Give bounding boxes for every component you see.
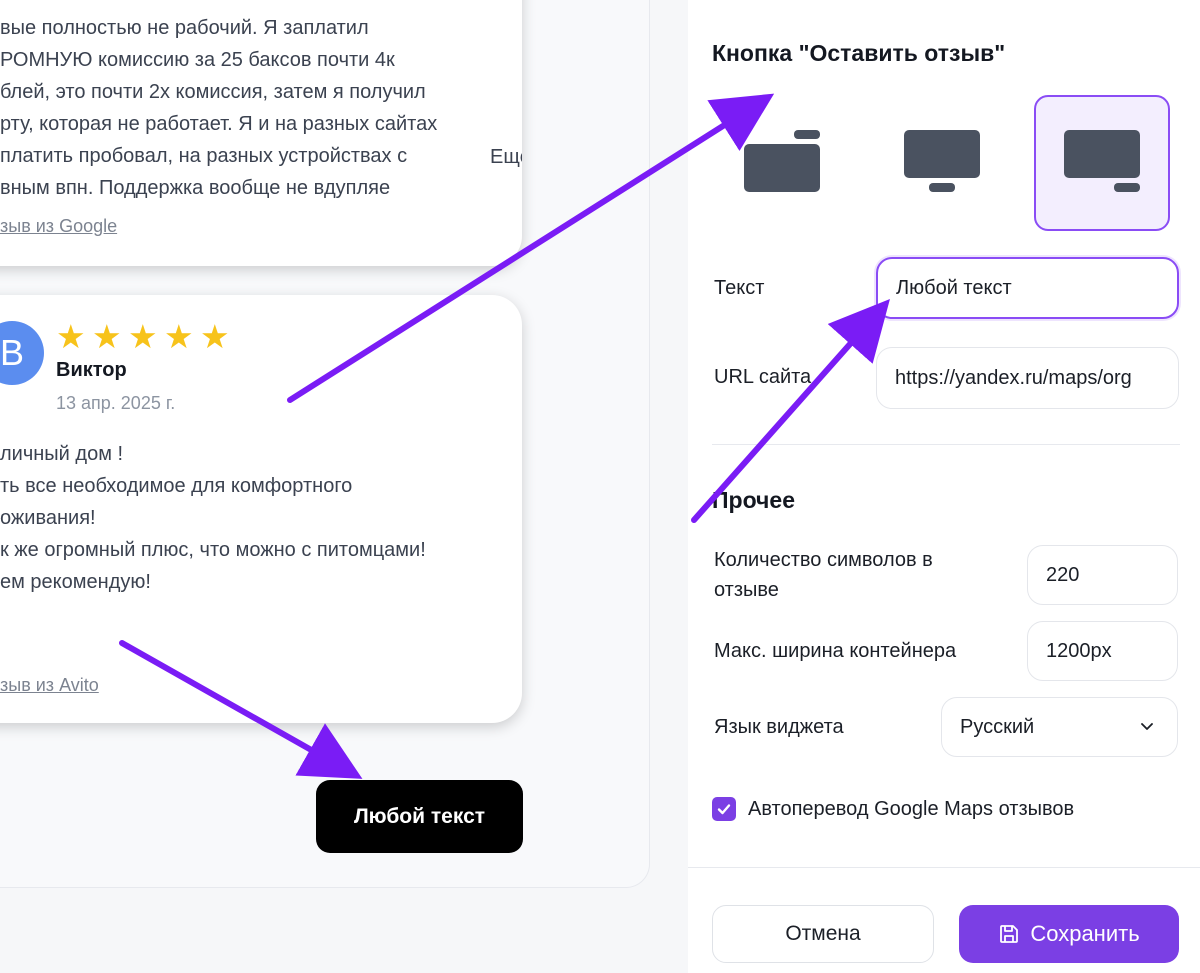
review-source-link[interactable]: зыв из Avito — [0, 675, 99, 696]
button-position-bottom-center[interactable] — [874, 95, 1010, 231]
chars-count-label-line: отзыве — [714, 579, 779, 601]
settings-panel: Кнопка "Оставить отзыв" Текст URL сайта … — [688, 0, 1200, 973]
review-line: ть все необходимое для комфортного — [0, 475, 353, 497]
review-line: к же огромный плюс, что можно с питомцам… — [0, 539, 426, 561]
review-line: рту, которая не работает. Я и на разных … — [0, 113, 438, 135]
settings-footer: Отмена Сохранить — [688, 867, 1200, 973]
save-button-label: Сохранить — [1030, 921, 1140, 946]
star-icon: ★ — [200, 318, 230, 355]
autotranslate-option[interactable]: Автоперевод Google Maps отзывов — [712, 797, 1074, 821]
autotranslate-label: Автоперевод Google Maps отзывов — [748, 797, 1075, 820]
review-line: РОМНУЮ комиссию за 25 баксов почти 4к — [0, 49, 395, 71]
review-line: вным впн. Поддержка вообще не вдупляе — [0, 177, 391, 199]
review-line: блей, это почти 2х комиссия, затем я пол… — [0, 81, 426, 103]
review-line: личный дом ! — [0, 443, 124, 465]
rating-stars: ★ ★ ★ ★ ★ — [56, 318, 231, 355]
star-icon: ★ — [128, 318, 158, 355]
review-date: 13 апр. 2025 г. — [56, 393, 176, 413]
widget-language-value: Русский — [960, 715, 1035, 738]
site-url-input[interactable] — [876, 347, 1179, 409]
button-section-title: Кнопка "Оставить отзыв" — [712, 40, 1006, 66]
review-card: вые полностью не рабочий. Я заплатил РОМ… — [0, 0, 522, 266]
button-position-bottom-right[interactable] — [1034, 95, 1170, 231]
leave-review-button[interactable]: Любой текст — [316, 780, 523, 853]
text-label: Текст — [714, 277, 765, 299]
widget-preview: вые полностью не рабочий. Я заплатил РОМ… — [0, 0, 650, 888]
button-position-top-right[interactable] — [714, 95, 850, 231]
widget-language-select[interactable]: Русский — [941, 697, 1178, 757]
chars-count-label-line: Количество символов в — [714, 549, 933, 571]
review-line: ем рекомендую! — [0, 571, 151, 593]
url-label: URL сайта — [714, 366, 812, 388]
chevron-down-icon — [1141, 723, 1153, 730]
review-line: вые полностью не рабочий. Я заплатил — [0, 17, 369, 39]
layout-bottom-center-icon — [904, 130, 980, 192]
review-line: платить пробовал, на разных устройствах … — [0, 145, 408, 167]
other-section-title: Прочее — [712, 487, 795, 513]
layout-top-right-icon — [744, 130, 820, 192]
review-text: личный дом ! ть все необходимое для комф… — [0, 438, 500, 598]
avatar: В — [0, 321, 44, 385]
star-icon: ★ — [56, 318, 86, 355]
max-width-label: Макс. ширина контейнера — [714, 640, 957, 662]
star-icon: ★ — [164, 318, 194, 355]
star-icon: ★ — [92, 318, 122, 355]
checkmark-icon — [717, 804, 731, 815]
cancel-button[interactable]: Отмена — [712, 905, 934, 963]
review-text: вые полностью не рабочий. Я заплатил РОМ… — [0, 12, 500, 204]
button-text-input[interactable] — [876, 257, 1179, 319]
layout-bottom-right-icon — [1064, 130, 1140, 192]
save-button[interactable]: Сохранить — [959, 905, 1179, 963]
review-card: В ★ ★ ★ ★ ★ Виктор 13 апр. 2025 г. личны… — [0, 295, 522, 723]
floppy-disk-icon — [1000, 925, 1019, 943]
autotranslate-checkbox[interactable] — [712, 797, 736, 821]
review-line: оживания! — [0, 507, 96, 529]
review-author: Виктор — [56, 359, 127, 381]
read-more-link[interactable]: Ещё — [450, 146, 522, 169]
section-divider — [712, 444, 1180, 445]
chars-count-label: Количество символов в отзыве — [714, 545, 933, 605]
max-width-input[interactable] — [1027, 621, 1178, 681]
chars-count-input[interactable] — [1027, 545, 1178, 605]
review-source-link[interactable]: зыв из Google — [0, 216, 117, 237]
widget-language-label: Язык виджета — [714, 716, 844, 738]
